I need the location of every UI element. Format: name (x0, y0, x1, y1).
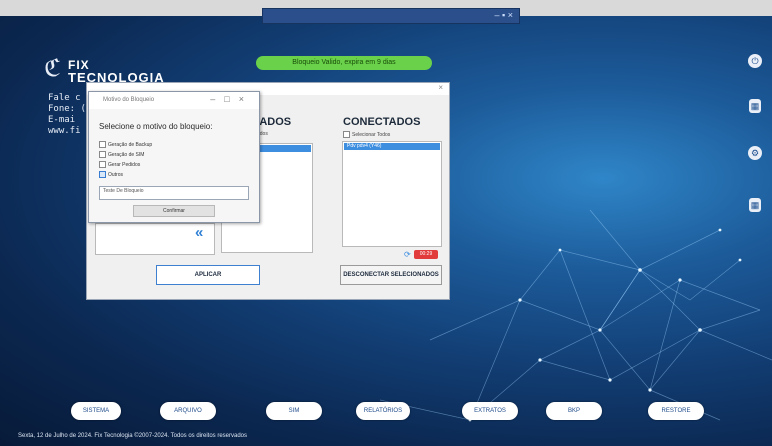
option-sim[interactable]: Geração de SIM (99, 151, 144, 158)
license-status-banner: Bloqueio Valido, expira em 9 dias (256, 56, 432, 70)
nav-extratos[interactable]: EXTRATOS (462, 402, 518, 420)
option-label: Gerar Pedidos (108, 161, 141, 168)
option-label: Geração de SIM (108, 151, 145, 158)
option-label: Outros (108, 171, 124, 178)
settings-icon[interactable]: ⚙ (748, 146, 762, 160)
reason-input[interactable]: Teste De Bloqueio (99, 186, 249, 200)
apply-button[interactable]: APLICAR (156, 265, 260, 285)
refresh-icon[interactable]: ⟳ (404, 250, 411, 259)
nav-arquivo[interactable]: ARQUIVO (160, 402, 216, 420)
logo-mark-icon: ℭ (44, 54, 61, 82)
calculator-icon-2[interactable]: ▦ (749, 198, 761, 212)
nav-restore[interactable]: RESTORE (648, 402, 704, 420)
conectados-select-all[interactable]: Selecionar Todos (343, 131, 390, 138)
select-all-checkbox[interactable] (343, 131, 350, 138)
contact-line: Fale c (48, 93, 81, 103)
option-backup[interactable]: Geração de Backup (99, 141, 152, 148)
checkbox[interactable] (99, 141, 106, 148)
option-outros[interactable]: Outros (99, 171, 123, 178)
contact-info: Fale c Fone: ( E-mai www.fi (48, 93, 86, 137)
block-reason-dialog: Motivo do Bloqueio –□× Selecione o motiv… (88, 91, 260, 223)
contact-line: Fone: ( (48, 104, 86, 114)
move-left-icon[interactable]: « (195, 224, 203, 241)
footer-text: Sexta, 12 de Julho de 2024. Fix Tecnolog… (18, 433, 248, 439)
countdown-timer: 00:29 (414, 250, 438, 259)
option-label: Geração de Backup (108, 141, 153, 148)
dialog-window-controls[interactable]: –□× (210, 94, 253, 104)
window-controls[interactable]: – ▪ × (495, 10, 513, 20)
select-all-label: Selecionar Todos (352, 131, 391, 138)
contact-line: E-mai (48, 115, 76, 125)
title-bar: – ▪ × (262, 8, 520, 24)
power-icon[interactable]: ⏻ (748, 54, 762, 68)
checkbox-checked[interactable] (99, 171, 106, 178)
nav-sim[interactable]: SIM (266, 402, 322, 420)
option-pedidos[interactable]: Gerar Pedidos (99, 161, 140, 168)
checkbox[interactable] (99, 161, 106, 168)
conectados-header: CONECTADOS (343, 116, 421, 128)
calculator-icon[interactable]: ▦ (749, 99, 761, 113)
checkbox[interactable] (99, 151, 106, 158)
conectados-list[interactable]: Pdv pdv4 (Y46) (342, 141, 442, 247)
nav-sistema[interactable]: SISTEMA (71, 402, 121, 420)
contact-line: www.fi (48, 126, 81, 136)
connected-item[interactable]: Pdv pdv4 (Y46) (344, 143, 440, 150)
panel-close-icon[interactable]: × (438, 83, 443, 92)
dialog-question: Selecione o motivo do bloqueio: (99, 122, 213, 131)
nav-relatorios[interactable]: RELATÓRIOS (356, 402, 410, 420)
confirm-button[interactable]: Confirmar (133, 205, 215, 217)
disconnect-selected-button[interactable]: DESCONECTAR SELECIONADOS (340, 265, 442, 285)
nav-bkp[interactable]: BKP (546, 402, 602, 420)
